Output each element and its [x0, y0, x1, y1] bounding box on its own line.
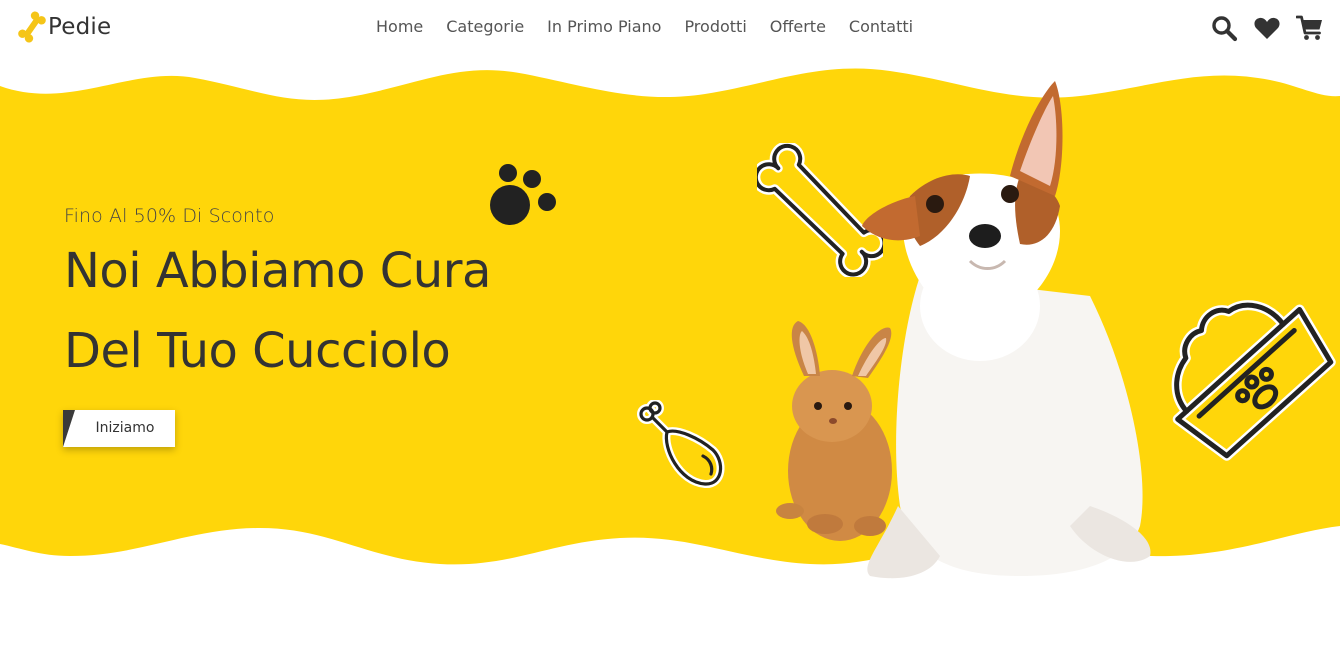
nav-contatti[interactable]: Contatti — [849, 17, 913, 36]
hero-title-line-2: Del Tuo Cucciolo — [64, 323, 451, 379]
drumstick-icon — [637, 400, 725, 488]
cart-icon[interactable] — [1296, 14, 1324, 42]
nav-offerte[interactable]: Offerte — [770, 17, 826, 36]
hero-text: Fino Al 50% Di Sconto Noi Abbiamo Cura D… — [64, 205, 491, 392]
nav-prodotti[interactable]: Prodotti — [684, 17, 746, 36]
start-button-label: Iniziamo — [95, 420, 155, 436]
paw-icon — [490, 164, 556, 225]
rabbit — [776, 321, 892, 541]
search-icon[interactable] — [1210, 14, 1238, 42]
logo[interactable]: Pedie — [18, 10, 111, 44]
bone-icon — [18, 11, 46, 43]
logo-text: Pedie — [48, 14, 112, 40]
hero-subtitle: Fino Al 50% Di Sconto — [64, 205, 275, 227]
puppy-and-rabbit-image — [776, 81, 1151, 579]
food-bowl-icon — [1171, 300, 1336, 461]
nav-categorie[interactable]: Categorie — [446, 17, 524, 36]
site-header: Pedie Home Categorie In Primo Piano Prod… — [0, 0, 1340, 56]
start-button[interactable]: Iniziamo — [63, 410, 175, 447]
main-nav: Home Categorie In Primo Piano Prodotti O… — [376, 17, 913, 36]
heart-icon[interactable] — [1253, 14, 1281, 42]
nav-home[interactable]: Home — [376, 17, 423, 36]
puppy — [862, 81, 1151, 579]
nav-in-primo-piano[interactable]: In Primo Piano — [547, 17, 661, 36]
header-actions — [1195, 14, 1324, 42]
hero-title-line-1: Noi Abbiamo Cura — [64, 243, 491, 299]
hero-banner: Fino Al 50% Di Sconto Noi Abbiamo Cura D… — [0, 56, 1340, 596]
